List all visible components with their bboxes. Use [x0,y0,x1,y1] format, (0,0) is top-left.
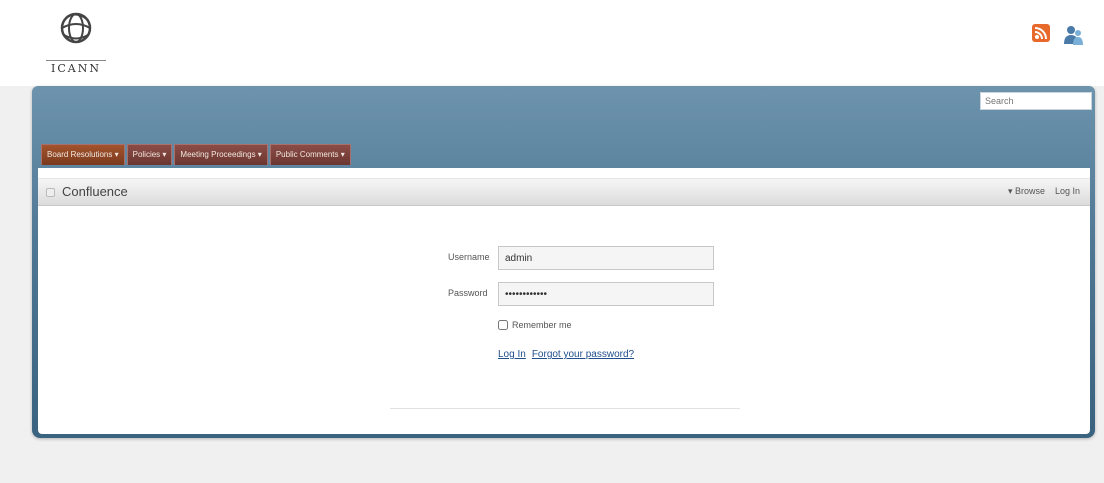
space-bullet-icon [46,188,55,197]
password-row: Password [438,282,768,308]
remember-me: Remember me [498,320,572,330]
header-login-link[interactable]: Log In [1055,186,1080,197]
password-label: Password [448,288,488,298]
space-header: Confluence ▾ Browse Log In [38,178,1090,206]
user-icon[interactable] [1062,24,1084,46]
remember-me-checkbox[interactable] [498,320,508,330]
footer-divider [390,408,740,409]
login-button[interactable]: Log In [498,349,526,360]
logo-text: ICANN [46,60,106,75]
content-area: Confluence ▾ Browse Log In Username Pass… [38,168,1090,434]
rss-icon[interactable] [1032,24,1050,42]
nav-tabs: Board Resolutions ▾ Policies ▾ Meeting P… [41,144,353,165]
password-field[interactable] [498,282,714,306]
icann-logo[interactable]: ICANN [46,8,106,78]
header-actions: ▾ Browse Log In [1008,186,1080,197]
tab-meeting-proceedings[interactable]: Meeting Proceedings ▾ [174,144,268,165]
username-label: Username [448,252,490,262]
tab-board-resolutions[interactable]: Board Resolutions ▾ [41,144,125,165]
search-input[interactable] [980,92,1092,110]
browse-menu[interactable]: ▾ Browse [1008,186,1045,197]
space-title[interactable]: Confluence [62,184,128,199]
login-links: Log In Forgot your password? [498,349,634,360]
username-field[interactable] [498,246,714,270]
top-bar: ICANN [0,0,1104,86]
globe-logo-icon [60,12,92,44]
remember-me-label: Remember me [512,320,572,330]
forgot-password-link[interactable]: Forgot your password? [532,349,634,360]
tab-public-comments[interactable]: Public Comments ▾ [269,144,351,165]
username-row: Username [438,246,768,272]
tab-policies[interactable]: Policies ▾ [126,144,173,165]
top-icons [1032,24,1084,46]
